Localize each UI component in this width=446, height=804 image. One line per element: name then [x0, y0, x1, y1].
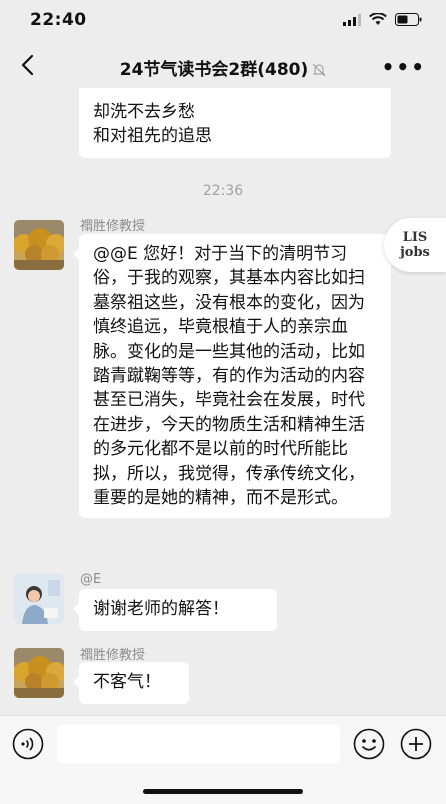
lis-jobs-floating-badge[interactable]: LIS jobs	[384, 218, 446, 272]
chat-area[interactable]: 却洗不去乡愁 和对祖先的追思 22:36 禤胜修教授 @@E 您好！对于当下的清…	[0, 88, 446, 715]
message-text: @@E 您好！对于当下的清明节习俗，于我的观察，其基本内容比如扫墓祭祖这些，没有…	[93, 244, 365, 509]
avatar-image	[14, 574, 64, 624]
chat-title: 24节气读书会2群(480)	[0, 55, 446, 80]
sender-name: 禤胜修教授	[80, 219, 146, 234]
home-indicator[interactable]	[143, 789, 303, 794]
avatar-image	[14, 648, 64, 698]
message-bubble[interactable]: 谢谢老师的解答！	[73, 589, 277, 631]
avatar-professor[interactable]	[14, 220, 64, 270]
message-text: 不客气！	[93, 672, 161, 692]
chat-header: 24节气读书会2群(480) •••	[0, 44, 446, 88]
message-bubble[interactable]: 不客气！	[73, 662, 189, 704]
message-timestamp: 22:36	[202, 183, 244, 199]
message-text-line: 和对祖先的追思	[93, 126, 212, 147]
sender-name: 禤胜修教授	[80, 648, 146, 663]
signal-icon	[343, 13, 361, 26]
chat-title-text: 24节气读书会2群(480)	[119, 60, 309, 80]
sender-name: @E	[80, 572, 102, 587]
message-input[interactable]	[57, 725, 340, 763]
status-icons	[343, 13, 422, 26]
message-text: 谢谢老师的解答！	[93, 599, 229, 619]
message-bubble[interactable]: @@E 您好！对于当下的清明节习俗，于我的观察，其基本内容比如扫墓祭祖这些，没有…	[73, 234, 391, 519]
wifi-icon	[369, 13, 387, 25]
avatar-image	[14, 220, 64, 270]
status-bar: 22:40	[0, 0, 446, 44]
message-bubble[interactable]: 却洗不去乡愁 和对祖先的追思	[79, 88, 391, 158]
message-text-line: 却洗不去乡愁	[93, 102, 195, 122]
plus-icon[interactable]	[400, 728, 432, 760]
badge-line: jobs	[400, 245, 430, 260]
more-icon[interactable]: •••	[382, 55, 426, 79]
voice-icon[interactable]	[12, 728, 44, 760]
battery-icon	[395, 13, 422, 26]
avatar-professor[interactable]	[14, 648, 64, 698]
emoji-icon[interactable]	[353, 728, 385, 760]
badge-line: LIS	[402, 230, 428, 245]
avatar-user-e[interactable]	[14, 574, 64, 624]
status-time: 22:40	[30, 10, 87, 30]
mute-icon	[312, 63, 326, 77]
